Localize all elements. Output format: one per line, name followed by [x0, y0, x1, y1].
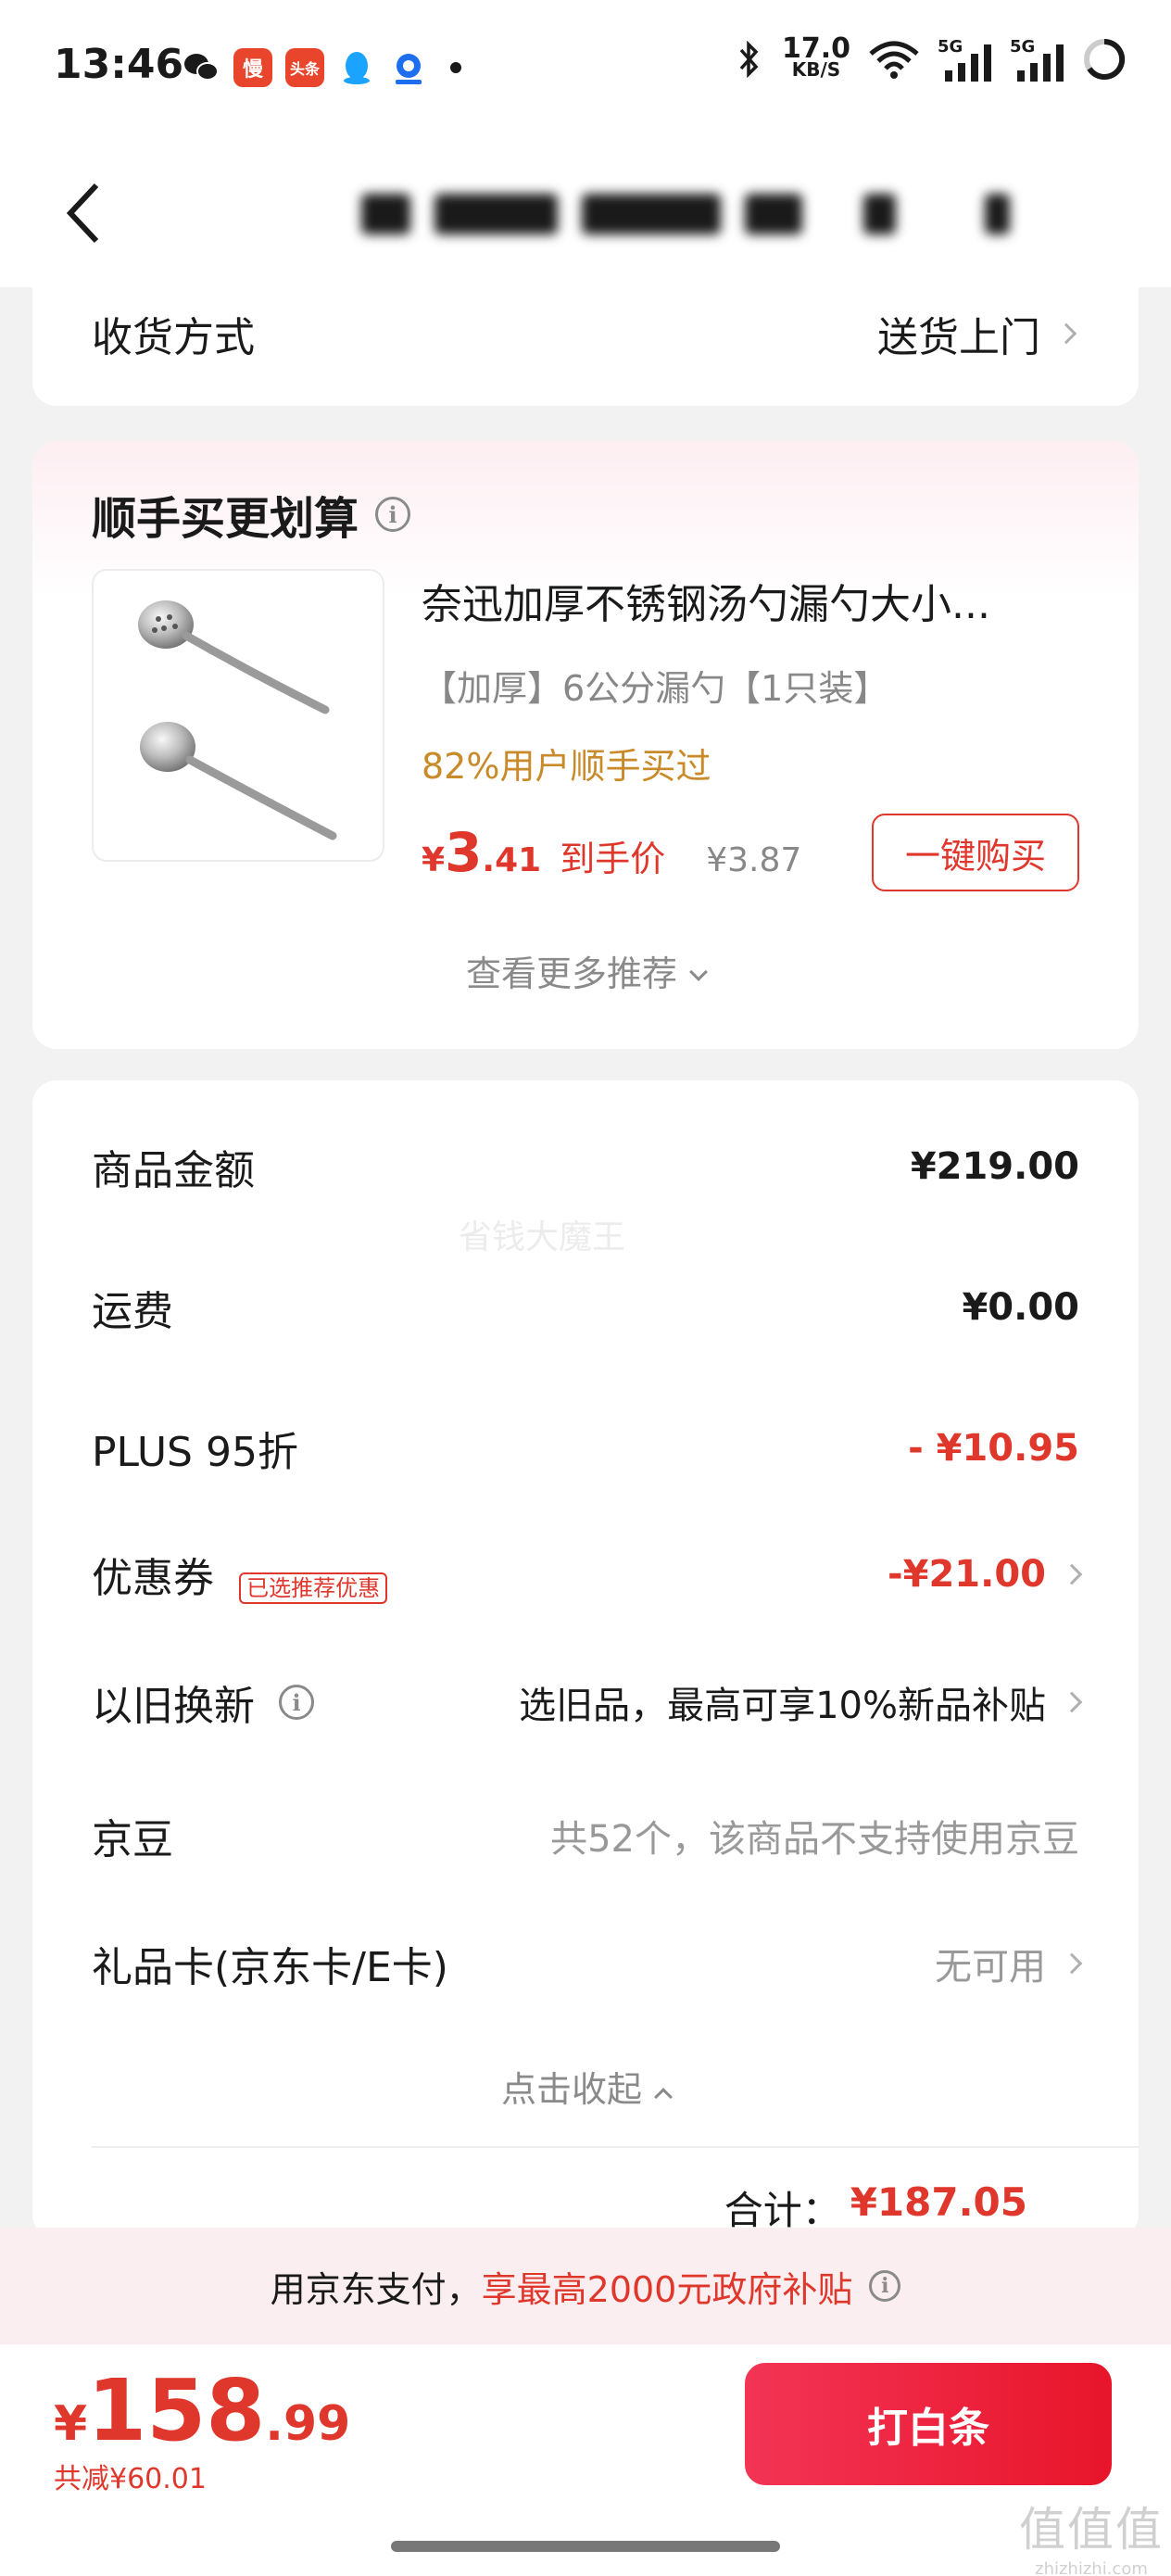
coupon-value-wrap: -¥21.00	[888, 1553, 1083, 1596]
man-app-icon: 慢	[233, 48, 272, 87]
more-recommend-label: 查看更多推荐	[465, 953, 677, 994]
coupon-label-wrap: 优惠券 已选推荐优惠	[92, 1545, 388, 1604]
final-price: ¥ 158 .99	[54, 2361, 350, 2460]
final-price-int: 158	[87, 2361, 266, 2460]
back-button[interactable]	[57, 176, 122, 250]
fee-row-shipping: 运费 ¥0.00	[92, 1275, 1079, 1340]
status-bar: 13:46 慢 头条 17.0 KB/S 5G 5G	[0, 0, 1171, 139]
status-time: 13:46	[54, 41, 184, 88]
chevron-right-icon	[1061, 1691, 1083, 1713]
promo-prefix: 用京东支付，	[270, 2268, 482, 2310]
fee-value: 选旧品，最高可享10%新品补贴	[519, 1685, 1046, 1727]
recommend-title: 顺手买更划算	[92, 493, 359, 545]
shipping-method-value-wrap: 送货上门	[877, 304, 1077, 363]
product-spec: 【加厚】6公分漏勺【1只装】	[422, 668, 889, 709]
shipping-method-row[interactable]: 收货方式 送货上门	[32, 287, 1139, 406]
chevron-right-icon	[1061, 1563, 1083, 1585]
divider	[92, 2146, 1139, 2148]
site-watermark-text: 值值值	[1019, 2503, 1164, 2557]
fee-value: -¥21.00	[888, 1553, 1046, 1596]
bottom-checkout-bar: ¥ 158 .99 共减¥60.01 打白条 值值值 zhizhizhi.com	[0, 2344, 1171, 2576]
fee-label: 商品金额	[92, 1147, 255, 1194]
fee-value: 无可用	[935, 1946, 1046, 1989]
gift-card-value-wrap: 无可用	[935, 1937, 1083, 1990]
info-icon[interactable]: i	[375, 497, 411, 532]
qq-icon	[337, 48, 376, 87]
info-icon[interactable]: i	[869, 2270, 901, 2302]
price-symbol: ¥	[422, 841, 446, 879]
product-image[interactable]	[92, 569, 384, 862]
signal-icon-2: 5G	[1010, 37, 1065, 82]
signal-icon-1: 5G	[938, 37, 993, 82]
fee-row-gift-card[interactable]: 礼品卡(京东卡/E卡) 无可用	[92, 1931, 1083, 1996]
recommend-header: 顺手买更划算 i	[92, 482, 411, 547]
info-icon[interactable]: i	[279, 1685, 314, 1720]
one-click-buy-button[interactable]: 一键购买	[872, 814, 1079, 891]
status-indicators: 17.0 KB/S 5G 5G	[734, 32, 1127, 82]
bluetooth-icon	[739, 40, 759, 79]
net-speed-unit: KB/S	[791, 58, 841, 81]
battery-ring-icon	[1084, 38, 1126, 80]
dot-icon	[450, 62, 461, 73]
coupon-tag: 已选推荐优惠	[239, 1572, 388, 1604]
collapse-link[interactable]: 点击收起	[32, 2061, 1139, 2112]
site-watermark: 值值值 zhizhizhi.com	[1019, 2493, 1164, 2576]
trade-in-label-wrap: 以旧换新 i	[92, 1673, 314, 1732]
final-price-symbol: ¥	[54, 2396, 88, 2452]
net-speed-value: 17.0	[781, 32, 850, 65]
fee-row-coupon[interactable]: 优惠券 已选推荐优惠 -¥21.00	[92, 1542, 1083, 1607]
trade-in-value-wrap: 选旧品，最高可享10%新品补贴	[519, 1675, 1083, 1729]
fee-value: ¥0.00	[962, 1286, 1079, 1329]
jd-pay-promo-banner[interactable]: 用京东支付， 享最高2000元政府补贴 i	[0, 2228, 1171, 2344]
price-int: 3	[445, 821, 483, 884]
fee-value: 共52个，该商品不支持使用京豆	[550, 1818, 1079, 1861]
toutiao-icon: 头条	[285, 48, 324, 87]
more-recommend-link[interactable]: 查看更多推荐	[32, 945, 1139, 996]
wifi-icon	[869, 41, 919, 79]
fee-label: 以旧换新	[92, 1683, 255, 1730]
site-watermark-url: zhizhizhi.com	[1035, 2559, 1148, 2576]
fee-row-goods: 商品金额 ¥219.00	[92, 1134, 1079, 1199]
product-name[interactable]: 奈迅加厚不锈钢汤勺漏勺大小...	[422, 571, 990, 630]
shipping-method-value: 送货上门	[877, 314, 1040, 361]
nav-bar	[0, 139, 1171, 287]
wechat-icon	[182, 48, 220, 87]
fee-label: 运费	[92, 1288, 173, 1335]
fee-row-plus: PLUS 95折 - ¥10.95	[92, 1416, 1079, 1481]
status-app-icons: 慢 头条	[182, 48, 461, 87]
price-label: 到手价	[560, 839, 666, 879]
chevron-right-icon	[1061, 1952, 1083, 1975]
chevron-left-icon	[66, 183, 99, 244]
fee-row-trade-in[interactable]: 以旧换新 i 选旧品，最高可享10%新品补贴	[92, 1670, 1083, 1735]
fee-value: - ¥10.95	[908, 1427, 1079, 1470]
fee-value: ¥219.00	[910, 1145, 1079, 1188]
original-price: ¥3.87	[706, 841, 802, 879]
fee-label: 京豆	[92, 1816, 173, 1863]
price-dec: .41	[482, 841, 542, 879]
fee-label: PLUS 95折	[92, 1429, 298, 1476]
fee-details-card: 省钱大魔王 商品金额 ¥219.00 运费 ¥0.00 PLUS 95折 - ¥…	[32, 1080, 1139, 2239]
chevron-up-icon	[654, 2088, 673, 2106]
recommend-card: 顺手买更划算 i 奈迅加厚不锈钢汤勺漏勺大小... 【加厚】6公分漏勺【1只装】…	[32, 441, 1139, 1049]
collapse-label: 点击收起	[500, 2069, 642, 2110]
home-indicator[interactable]	[391, 2541, 780, 2552]
product-stat: 82%用户顺手买过	[422, 746, 711, 787]
browser-icon	[389, 48, 428, 87]
watermark-text: 省钱大魔王	[459, 1219, 626, 1256]
final-price-dec: .99	[265, 2396, 351, 2452]
product-price: ¥ 3 .41 到手价 ¥3.87	[422, 821, 801, 884]
fee-label: 礼品卡(京东卡/E卡)	[92, 1944, 448, 1991]
shipping-method-label: 收货方式	[92, 314, 255, 361]
total-saved: 共减¥60.01	[54, 2463, 207, 2495]
page-title-redacted	[361, 185, 1010, 243]
pay-with-baitiao-button[interactable]: 打白条	[745, 2363, 1112, 2485]
network-speed: 17.0 KB/S	[781, 32, 850, 81]
promo-highlight: 享最高2000元政府补贴	[481, 2268, 853, 2310]
fee-label: 优惠券	[92, 1555, 214, 1602]
chevron-right-icon	[1055, 322, 1077, 345]
chevron-down-icon	[689, 963, 708, 981]
fee-row-jingdou: 京豆 共52个，该商品不支持使用京豆	[92, 1803, 1079, 1868]
